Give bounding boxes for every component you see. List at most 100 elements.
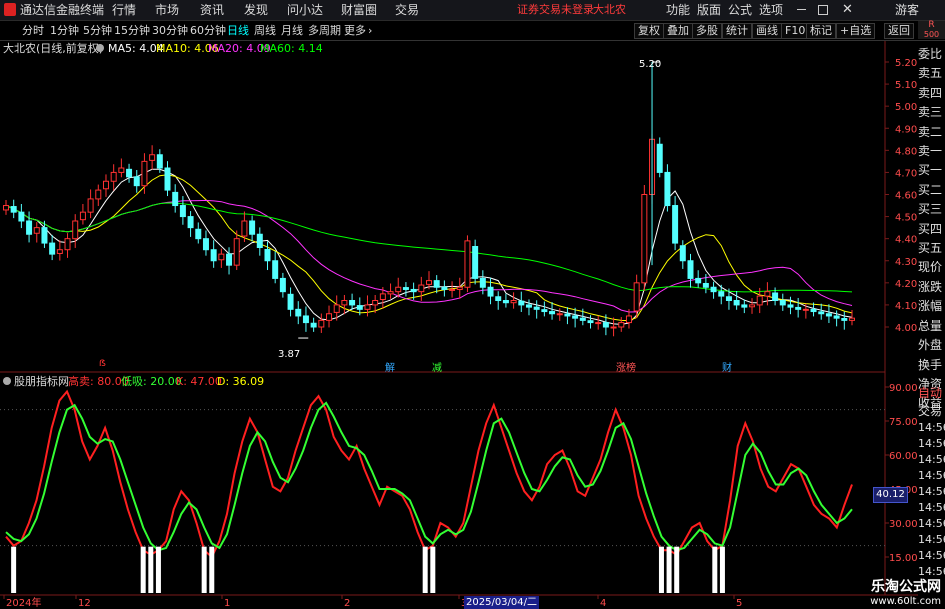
candle[interactable]	[833, 315, 840, 319]
candle[interactable]	[295, 308, 302, 317]
candle[interactable]	[602, 322, 609, 328]
candle[interactable]	[618, 322, 625, 328]
candle[interactable]	[672, 205, 679, 244]
event-tag-zhangbang[interactable]: 涨榜	[616, 359, 636, 374]
candle[interactable]	[656, 143, 663, 173]
candle[interactable]	[202, 238, 209, 251]
candle[interactable]	[56, 249, 63, 254]
candle[interactable]	[133, 176, 140, 187]
candle[interactable]	[310, 322, 317, 328]
candle[interactable]	[279, 277, 286, 293]
candle[interactable]	[233, 238, 240, 266]
candle[interactable]	[179, 205, 186, 218]
candle[interactable]	[395, 286, 402, 293]
candle[interactable]	[418, 284, 425, 293]
candle[interactable]	[695, 277, 702, 284]
candle[interactable]	[172, 191, 179, 207]
candle[interactable]	[372, 300, 379, 306]
candle[interactable]	[525, 304, 532, 308]
candle[interactable]	[595, 322, 602, 325]
candle[interactable]	[326, 313, 333, 321]
candle[interactable]	[633, 282, 640, 312]
candle[interactable]	[264, 248, 271, 262]
side-trade[interactable]: 交易	[918, 402, 945, 420]
candle[interactable]	[764, 291, 771, 297]
candle[interactable]	[402, 287, 409, 290]
candle[interactable]	[702, 282, 709, 288]
candle[interactable]	[779, 300, 786, 306]
candle[interactable]	[10, 206, 17, 213]
candle[interactable]	[749, 304, 756, 308]
candle[interactable]	[102, 180, 109, 190]
candle[interactable]	[487, 286, 494, 297]
candle[interactable]	[356, 305, 363, 310]
candle[interactable]	[502, 300, 509, 304]
candle[interactable]	[449, 288, 456, 291]
candle[interactable]	[641, 194, 648, 284]
candle[interactable]	[195, 228, 202, 240]
side-auto[interactable]: 自动	[918, 384, 945, 402]
candle[interactable]	[464, 240, 471, 288]
candle[interactable]	[249, 220, 256, 235]
candle[interactable]	[625, 315, 632, 324]
candle[interactable]	[26, 220, 33, 235]
event-tag-jian[interactable]: 减	[432, 359, 442, 374]
candle[interactable]	[795, 306, 802, 310]
candle[interactable]	[318, 319, 325, 328]
candle[interactable]	[687, 260, 694, 279]
candle[interactable]	[479, 277, 486, 288]
candle[interactable]	[810, 308, 817, 313]
candle[interactable]	[218, 253, 225, 261]
candle[interactable]	[364, 304, 371, 310]
candle[interactable]	[472, 246, 479, 279]
candle[interactable]	[841, 317, 848, 321]
candle[interactable]	[210, 249, 217, 262]
candle[interactable]	[549, 311, 556, 315]
candle[interactable]	[772, 292, 779, 302]
candle[interactable]	[110, 171, 117, 182]
candle[interactable]	[579, 317, 586, 321]
candle[interactable]	[518, 300, 525, 306]
candle[interactable]	[849, 317, 855, 321]
candle[interactable]	[725, 296, 732, 301]
candle[interactable]	[41, 227, 48, 244]
candle[interactable]	[349, 300, 356, 306]
candle[interactable]	[64, 238, 71, 251]
candle[interactable]	[149, 154, 156, 161]
candle[interactable]	[3, 205, 9, 211]
candle[interactable]	[733, 300, 740, 306]
candle[interactable]	[164, 167, 171, 191]
candle[interactable]	[79, 211, 86, 221]
candle[interactable]	[802, 308, 809, 311]
candle[interactable]	[541, 309, 548, 313]
candle[interactable]	[610, 326, 617, 329]
candle[interactable]	[256, 233, 263, 248]
candle[interactable]	[341, 300, 348, 306]
candle[interactable]	[95, 189, 102, 200]
candle[interactable]	[441, 286, 448, 290]
candle[interactable]	[718, 291, 725, 297]
candle[interactable]	[87, 198, 94, 213]
candle[interactable]	[49, 242, 56, 255]
candle[interactable]	[710, 286, 717, 293]
candle[interactable]	[72, 220, 79, 240]
event-tag-cai[interactable]: 财	[722, 359, 732, 374]
candle[interactable]	[564, 313, 571, 317]
candle[interactable]	[572, 315, 579, 319]
candle[interactable]	[587, 320, 594, 324]
candle[interactable]	[241, 220, 248, 237]
candle[interactable]	[787, 304, 794, 308]
candle[interactable]	[410, 288, 417, 293]
candle[interactable]	[556, 313, 563, 316]
candle[interactable]	[118, 167, 125, 173]
candle[interactable]	[533, 306, 540, 310]
candle[interactable]	[679, 245, 686, 262]
candle[interactable]	[333, 304, 340, 313]
candle[interactable]	[302, 315, 309, 324]
candle[interactable]	[126, 168, 133, 178]
candle[interactable]	[379, 293, 386, 301]
candle[interactable]	[495, 296, 502, 301]
candle[interactable]	[825, 313, 832, 317]
candle[interactable]	[272, 260, 279, 279]
candle[interactable]	[426, 280, 432, 285]
